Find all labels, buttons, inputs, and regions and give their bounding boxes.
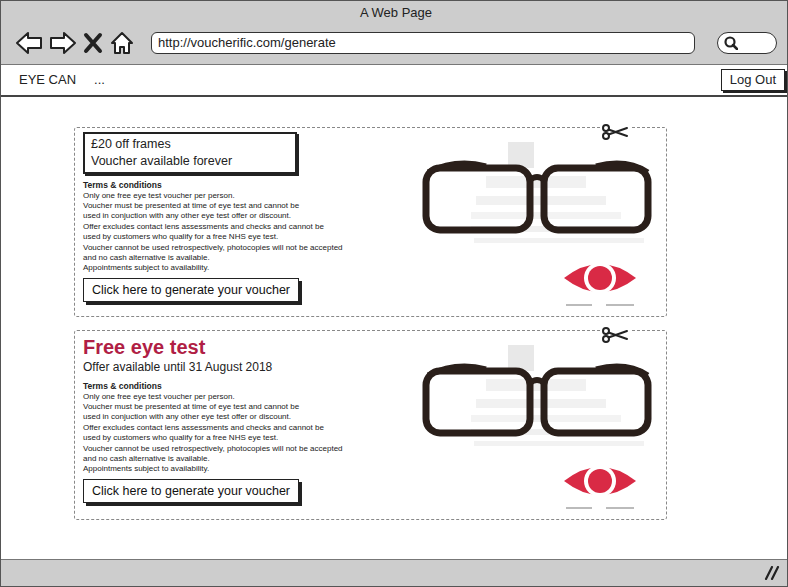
terms-heading: Terms & conditions (83, 381, 416, 392)
address-text[interactable]: http://voucherific.com/generate (158, 35, 336, 50)
voucher-title: £20 off frames (91, 136, 289, 153)
voucher-list: £20 off framesVoucher available forever T… (1, 97, 787, 559)
voucher-card: Free eye testOffer available until 31 Au… (74, 330, 667, 520)
voucher-title-box: £20 off framesVoucher available forever (83, 132, 297, 174)
glasses-photo (416, 132, 660, 310)
terms-line: Voucher cannot be used retrospectively, … (83, 243, 416, 253)
generate-button[interactable]: Click here to generate your voucher (83, 479, 299, 503)
home-icon[interactable] (109, 30, 135, 56)
nav-buttons (15, 30, 143, 56)
scissors-wrap (600, 119, 630, 143)
voucher-title: Free eye test (83, 335, 416, 359)
terms-line: Appointments subject to availability. (83, 263, 416, 273)
voucher-subtitle: Offer available until 31 August 2018 (83, 359, 416, 375)
browser-toolbar: A Web Page http://voucherific.com/generat… (1, 1, 787, 65)
terms-line: Voucher must be presented at time of eye… (83, 402, 416, 412)
terms-line: and no cash alternative is available. (83, 454, 416, 464)
voucher-text: £20 off framesVoucher available forever T… (83, 132, 416, 310)
voucher-subtitle: Voucher available forever (91, 153, 289, 170)
voucher-text: Free eye testOffer available until 31 Au… (83, 335, 416, 513)
terms-line: used by customers who qualify for a free… (83, 433, 416, 443)
voucher-heading: Free eye testOffer available until 31 Au… (83, 335, 416, 381)
scissors-icon (602, 124, 628, 140)
terms-line: Only one free eye test voucher per perso… (83, 191, 416, 201)
logout-button[interactable]: Log Out (721, 69, 785, 91)
terms-line: used by customers who qualify for a free… (83, 232, 416, 242)
resize-grip-icon[interactable] (763, 566, 781, 580)
search-field[interactable] (717, 32, 777, 54)
forward-icon[interactable] (49, 31, 77, 55)
terms-line: Appointments subject to availability. (83, 464, 416, 474)
terms-line: Offer excludes contact lens assessments … (83, 222, 416, 232)
nav-row: http://voucherific.com/generate (15, 28, 777, 58)
terms-line: used in conjuction with any other eye te… (83, 211, 416, 221)
scissors-icon (602, 327, 628, 343)
terms-line: Voucher cannot be used retrospectively, … (83, 444, 416, 454)
glasses-image-icon (416, 132, 660, 310)
status-bar (1, 559, 787, 586)
glasses-photo (416, 335, 660, 513)
stop-icon[interactable] (83, 31, 103, 55)
app-bar: EYE CAN... Log Out (1, 65, 787, 97)
terms-line: Only one free eye test voucher per perso… (83, 392, 416, 402)
generate-button[interactable]: Click here to generate your voucher (83, 278, 299, 302)
address-bar[interactable]: http://voucherific.com/generate (151, 32, 695, 54)
window-title: A Web Page (15, 4, 777, 22)
terms-heading: Terms & conditions (83, 180, 416, 191)
scissors-wrap (600, 322, 630, 346)
brand[interactable]: EYE CAN (19, 70, 76, 90)
glasses-image-icon (416, 335, 660, 513)
menu-more[interactable]: ... (94, 70, 105, 90)
terms-line: used in conjuction with any other eye te… (83, 412, 416, 422)
search-icon[interactable] (724, 36, 738, 50)
terms-line: Offer excludes contact lens assessments … (83, 423, 416, 433)
browser-window: A Web Page http://voucherific.com/generat… (0, 0, 788, 587)
back-icon[interactable] (15, 31, 43, 55)
terms-line: Voucher must be presented at time of eye… (83, 201, 416, 211)
voucher-card: £20 off framesVoucher available forever T… (74, 127, 667, 317)
terms-line: and no cash alternative is available. (83, 253, 416, 263)
